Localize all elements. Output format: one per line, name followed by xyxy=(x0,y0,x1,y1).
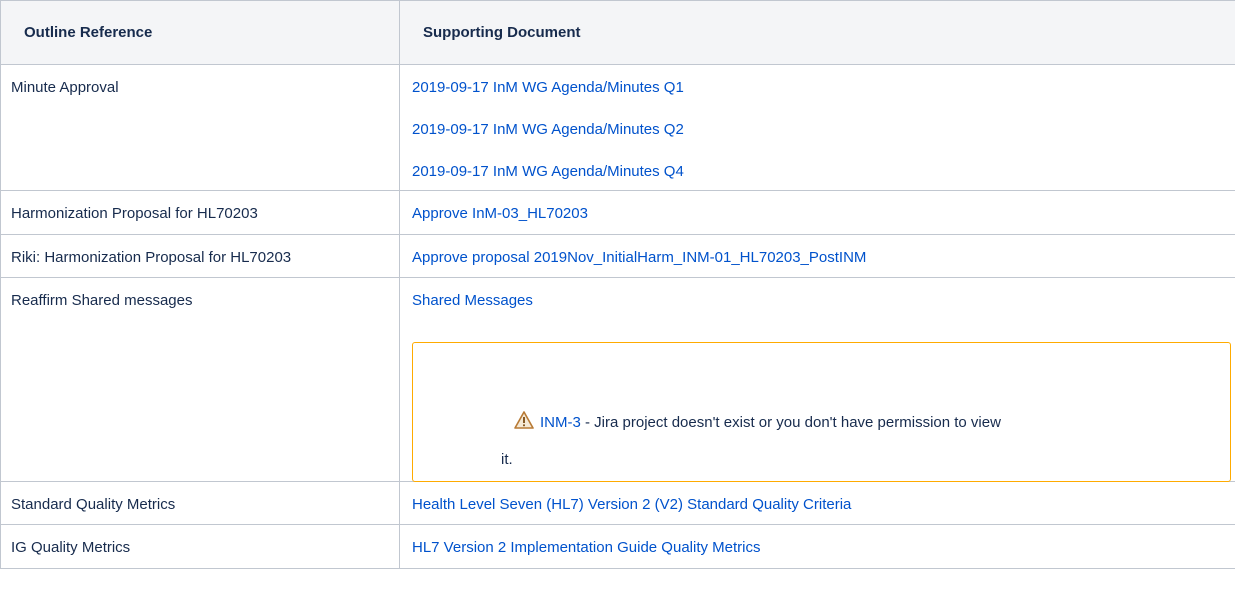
minutes-q4-link[interactable]: 2019-09-17 InM WG Agenda/Minutes Q4 xyxy=(412,162,1235,182)
jira-issue-warning-box: INM-3 - Jira project doesn't exist or yo… xyxy=(412,342,1231,482)
supporting-document-cell: Approve InM-03_HL70203 xyxy=(399,190,1235,235)
supporting-document-cell: 2019-09-17 InM WG Agenda/Minutes Q1 2019… xyxy=(399,64,1235,191)
standard-quality-criteria-link[interactable]: Health Level Seven (HL7) Version 2 (V2) … xyxy=(412,495,1235,515)
supporting-document-cell: Health Level Seven (HL7) Version 2 (V2) … xyxy=(399,481,1235,525)
table-row: Minute Approval 2019-09-17 InM WG Agenda… xyxy=(0,64,1235,191)
outline-reference-cell: IG Quality Metrics xyxy=(0,524,400,569)
approve-proposal-link[interactable]: Approve proposal 2019Nov_InitialHarm_INM… xyxy=(412,248,1235,268)
jira-warning-text-continued: it. xyxy=(501,451,513,468)
table-header-row: Outline Reference Supporting Document xyxy=(0,0,1235,65)
shared-messages-link[interactable]: Shared Messages xyxy=(412,291,1235,311)
table-row: IG Quality Metrics HL7 Version 2 Impleme… xyxy=(0,524,1235,569)
jira-issue-key-link[interactable]: INM-3 xyxy=(540,414,581,431)
jira-warning-text: - Jira project doesn't exist or you don'… xyxy=(580,414,1001,431)
supporting-document-cell: Approve proposal 2019Nov_InitialHarm_INM… xyxy=(399,234,1235,278)
approve-inm-03-link[interactable]: Approve InM-03_HL70203 xyxy=(412,204,1235,224)
supporting-documents-table: Outline Reference Supporting Document Mi… xyxy=(0,0,1235,569)
minutes-q2-link[interactable]: 2019-09-17 InM WG Agenda/Minutes Q2 xyxy=(412,120,1235,140)
ig-quality-metrics-link[interactable]: HL7 Version 2 Implementation Guide Quali… xyxy=(412,538,1235,558)
table-row: Harmonization Proposal for HL70203 Appro… xyxy=(0,190,1235,235)
table-row: Riki: Harmonization Proposal for HL70203… xyxy=(0,234,1235,278)
table-row: Standard Quality Metrics Health Level Se… xyxy=(0,481,1235,525)
header-outline-reference: Outline Reference xyxy=(0,0,400,65)
supporting-document-cell: HL7 Version 2 Implementation Guide Quali… xyxy=(399,524,1235,569)
outline-reference-cell: Minute Approval xyxy=(0,64,400,191)
warning-triangle-icon xyxy=(514,411,534,429)
header-supporting-document: Supporting Document xyxy=(399,0,1235,65)
jira-warning-message: INM-3 - Jira project doesn't exist or yo… xyxy=(514,411,1001,433)
outline-reference-cell: Riki: Harmonization Proposal for HL70203 xyxy=(0,234,400,278)
outline-reference-cell: Harmonization Proposal for HL70203 xyxy=(0,190,400,235)
minutes-q1-link[interactable]: 2019-09-17 InM WG Agenda/Minutes Q1 xyxy=(412,78,1235,98)
outline-reference-cell: Standard Quality Metrics xyxy=(0,481,400,525)
outline-reference-cell: Reaffirm Shared messages xyxy=(0,277,400,482)
